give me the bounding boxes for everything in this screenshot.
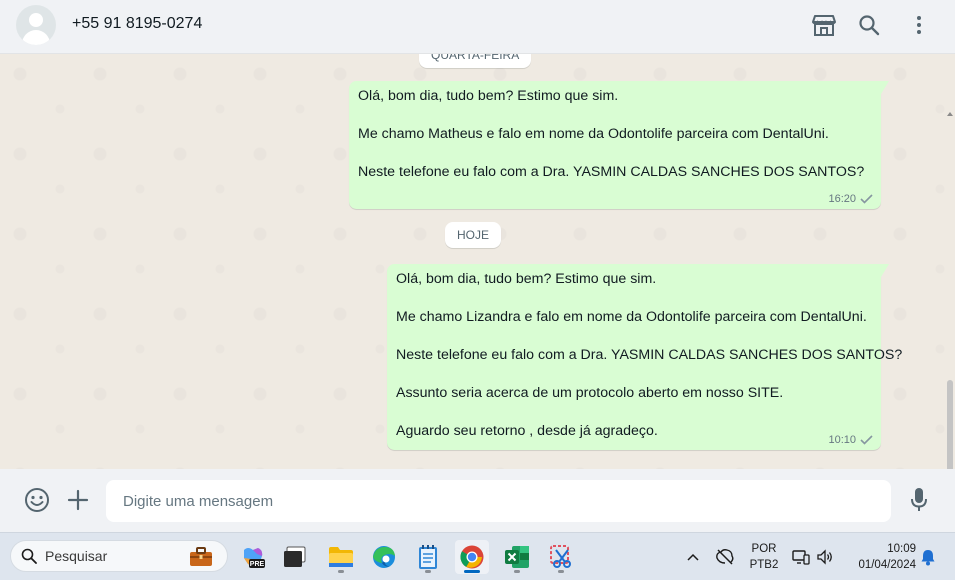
message-gap	[396, 403, 873, 422]
message-meta: 10:10	[828, 434, 873, 446]
message-line: Me chamo Lizandra e falo em nome da Odon…	[396, 309, 867, 325]
file-explorer-icon	[329, 547, 353, 567]
chat-panel[interactable]: QUARTA-FEIRA Olá, bom dia, tudo bem? Est…	[0, 54, 955, 469]
excel-app[interactable]	[500, 540, 534, 574]
show-hidden-icons-icon[interactable]	[684, 533, 702, 580]
message-gap	[358, 144, 873, 163]
excel-icon	[505, 546, 529, 568]
snipping-tool-app[interactable]	[544, 540, 578, 574]
display-network-icon[interactable]	[790, 533, 812, 580]
contact-avatar[interactable]	[16, 5, 56, 45]
emoji-icon[interactable]	[24, 487, 50, 513]
message-meta: 16:20	[828, 193, 873, 205]
message-time: 16:20	[828, 193, 856, 205]
message-gap	[358, 106, 873, 125]
edge-app[interactable]	[367, 540, 401, 574]
chat-header: +55 91 8195-0274	[0, 0, 955, 54]
notepad-app[interactable]	[411, 540, 445, 574]
message-line: Aguardo seu retorno , desde já agradeço.	[396, 423, 658, 439]
system-clock[interactable]: 10:09 01/04/2024	[846, 541, 916, 573]
message-input[interactable]	[106, 480, 891, 522]
menu-dots-icon[interactable]	[906, 12, 932, 38]
message-gap	[396, 289, 873, 308]
language-code: POR	[751, 543, 777, 555]
edge-icon	[373, 546, 395, 568]
notepad-icon	[419, 545, 437, 569]
message-bubble[interactable]: Olá, bom dia, tudo bem? Estimo que sim. …	[387, 264, 903, 450]
app-running-indicator	[558, 570, 564, 573]
sent-check-icon	[860, 194, 873, 204]
svg-text:PRE: PRE	[250, 561, 265, 568]
app-running-indicator	[338, 570, 344, 573]
terminal-icon	[284, 546, 306, 567]
contact-name[interactable]: +55 91 8195-0274	[72, 15, 202, 33]
date-chip-previous: QUARTA-FEIRA	[419, 54, 532, 68]
date-chip-today: HOJE	[445, 222, 502, 248]
message-composer	[0, 469, 955, 532]
message-line: Assunto seria acerca de um protocolo abe…	[396, 385, 784, 401]
message-time: 10:10	[828, 434, 856, 446]
message-gap	[396, 327, 873, 346]
chrome-icon	[460, 545, 484, 569]
copilot-pre-app[interactable]: PRE	[236, 540, 270, 574]
snipping-tool-icon	[550, 545, 571, 568]
chrome-app[interactable]	[455, 540, 489, 574]
app-active-indicator	[464, 570, 480, 573]
microphone-icon[interactable]	[906, 487, 932, 513]
terminal-app[interactable]	[278, 540, 312, 574]
notification-bell-icon[interactable]	[918, 533, 938, 580]
keyboard-layout: PTB2	[749, 559, 779, 571]
catalog-store-icon[interactable]	[811, 12, 837, 38]
network-disconnected-icon[interactable]	[713, 533, 737, 580]
app-running-indicator	[425, 570, 431, 573]
taskbar-search-box[interactable]: Pesquisar	[10, 540, 228, 572]
work-briefcase-icon	[190, 547, 212, 566]
sent-check-icon	[860, 435, 873, 445]
windows-taskbar: Pesquisar PRE POR PTB2 10:09 01/04/2024	[0, 532, 955, 580]
chat-scrollbar[interactable]	[947, 380, 953, 469]
clock-date: 01/04/2024	[858, 559, 916, 571]
message-line: Neste telefone eu falo com a Dra. YASMIN…	[396, 347, 903, 363]
taskbar-search-label: Pesquisar	[45, 548, 108, 564]
search-icon	[21, 548, 37, 564]
search-icon[interactable]	[856, 12, 882, 38]
app-running-indicator	[514, 570, 520, 573]
message-line: Olá, bom dia, tudo bem? Estimo que sim.	[358, 88, 619, 104]
volume-icon[interactable]	[814, 533, 836, 580]
clock-time: 10:09	[887, 543, 916, 555]
avatar-head	[29, 13, 43, 27]
avatar-body	[22, 30, 50, 45]
copilot-pre-icon: PRE	[244, 548, 265, 568]
message-line: Me chamo Matheus e falo em nome da Odont…	[358, 126, 829, 142]
input-language-indicator[interactable]: POR PTB2	[744, 533, 784, 580]
message-bubble[interactable]: Olá, bom dia, tudo bem? Estimo que sim. …	[349, 81, 889, 209]
plus-icon[interactable]	[65, 487, 91, 513]
message-line: Neste telefone eu falo com a Dra. YASMIN…	[358, 164, 865, 180]
file-explorer-app[interactable]	[324, 540, 358, 574]
message-gap	[396, 365, 873, 384]
message-line: Olá, bom dia, tudo bem? Estimo que sim.	[396, 271, 657, 287]
scroll-up-arrow[interactable]	[947, 112, 953, 116]
